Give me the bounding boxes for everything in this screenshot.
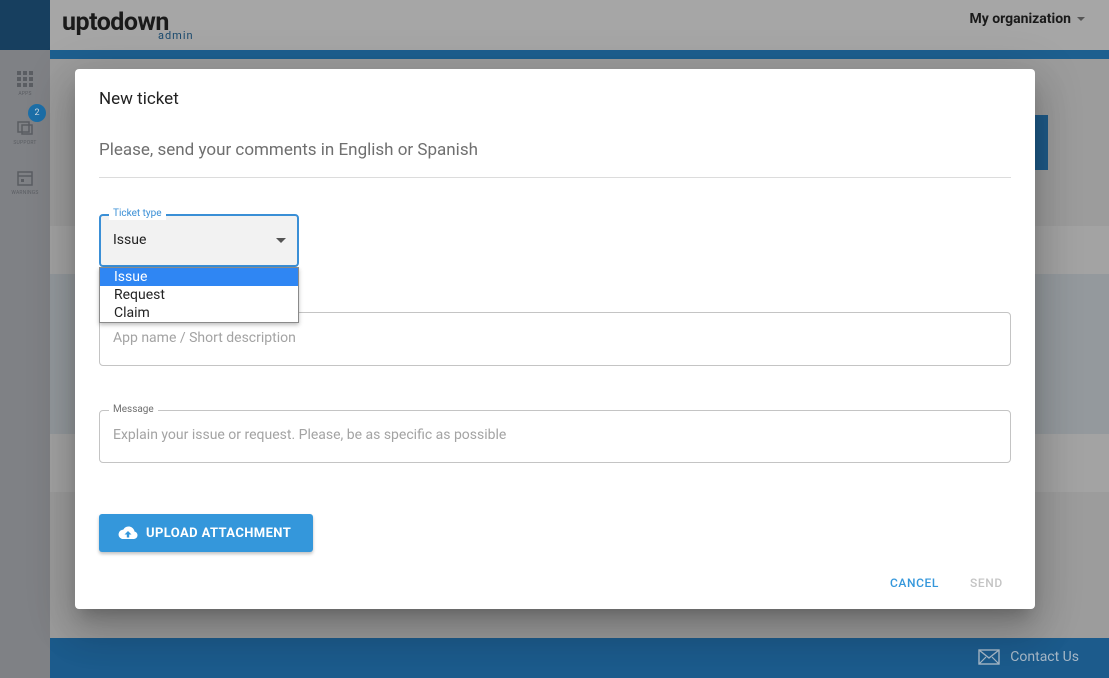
- chevron-down-icon: [276, 238, 286, 243]
- organization-name: My organization: [969, 11, 1071, 27]
- message-input[interactable]: Message Explain your issue or request. P…: [99, 404, 1011, 463]
- dialog-title: New ticket: [99, 89, 179, 109]
- ticket-type-select[interactable]: Ticket type Issue: [99, 208, 299, 267]
- sidebar-item-label: WARNINGS: [11, 190, 39, 196]
- sidebar-item-warnings[interactable]: WARNINGS: [0, 161, 50, 205]
- contact-us-link[interactable]: Contact Us: [978, 649, 1079, 665]
- logo-subtitle: admin: [158, 29, 194, 42]
- sidebar-logo-strip: [0, 0, 50, 50]
- grid-icon: [17, 71, 33, 87]
- organization-menu[interactable]: My organization: [969, 11, 1085, 27]
- contact-us-label: Contact Us: [1010, 649, 1079, 665]
- ticket-type-value: Issue: [113, 232, 147, 248]
- logo: uptodown: [62, 8, 169, 37]
- sidebar-item-apps[interactable]: APPS: [0, 62, 50, 106]
- cloud-upload-icon: [118, 526, 138, 539]
- background-button: [1034, 115, 1048, 170]
- sidebar-item-label: APPS: [18, 91, 32, 97]
- top-bar: uptodown admin My organization: [0, 0, 1109, 50]
- dropdown-option-issue[interactable]: Issue: [100, 268, 298, 286]
- ticket-type-dropdown: Issue Request Claim: [99, 267, 299, 323]
- footer: Contact Us: [50, 638, 1109, 678]
- new-ticket-dialog: New ticket Please, send your comments in…: [75, 69, 1035, 609]
- send-button[interactable]: SEND: [970, 576, 1003, 590]
- envelope-icon: [978, 649, 1000, 665]
- support-icon: [17, 121, 33, 135]
- dropdown-option-claim[interactable]: Claim: [100, 304, 298, 322]
- chevron-down-icon: [1077, 17, 1085, 22]
- calendar-icon: [17, 171, 33, 186]
- subject-placeholder: App name / Short description: [113, 330, 296, 346]
- cancel-button[interactable]: CANCEL: [890, 576, 939, 590]
- upload-attachment-button[interactable]: UPLOAD ATTACHMENT: [99, 514, 313, 552]
- dialog-subtitle: Please, send your comments in English or…: [99, 140, 478, 160]
- header-accent-strip: [50, 50, 1109, 59]
- upload-attachment-label: UPLOAD ATTACHMENT: [146, 525, 292, 541]
- sidebar-item-label: SUPPORT: [13, 140, 37, 146]
- dropdown-option-request[interactable]: Request: [100, 286, 298, 304]
- divider: [99, 177, 1011, 178]
- message-label: Message: [109, 404, 158, 416]
- sidebar: APPS SUPPORT 2 WARNINGS: [0, 0, 50, 678]
- ticket-type-label: Ticket type: [109, 208, 166, 220]
- message-placeholder: Explain your issue or request. Please, b…: [113, 427, 507, 443]
- support-badge: 2: [28, 104, 46, 122]
